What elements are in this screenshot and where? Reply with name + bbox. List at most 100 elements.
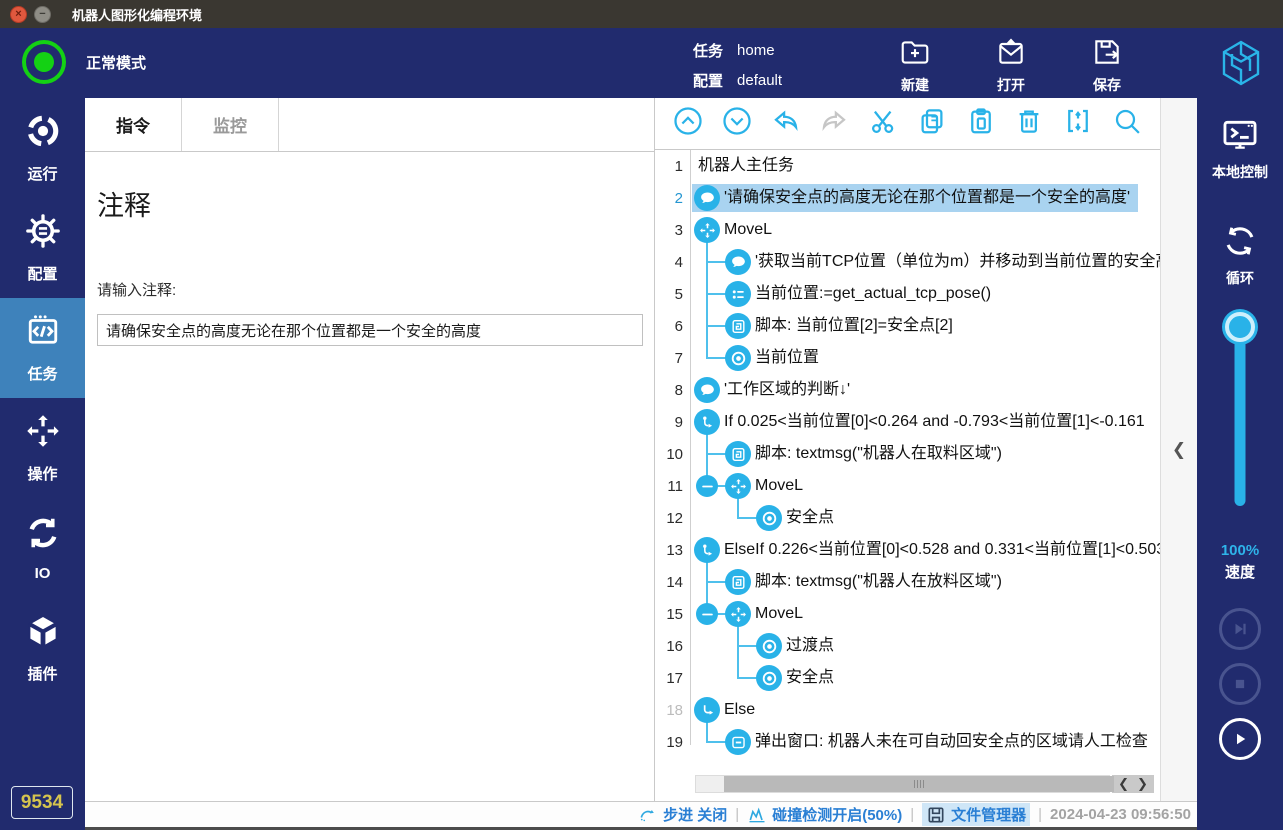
tree-row-6[interactable]: 6脚本: 当前位置[2]=安全点[2] [655, 310, 1160, 342]
insert-button[interactable] [1061, 107, 1095, 141]
status-separator: | [910, 806, 914, 823]
tree-row-12[interactable]: 12安全点 [655, 502, 1160, 534]
tree-row-5[interactable]: 5当前位置:=get_actual_tcp_pose() [655, 278, 1160, 310]
comment-icon [694, 377, 720, 403]
tree-row-14[interactable]: 14脚本: textmsg("机器人在放料区域") [655, 566, 1160, 598]
local-control-icon [1221, 116, 1259, 154]
tree-row-text: 过渡点 [786, 630, 834, 662]
search-button[interactable] [1110, 107, 1144, 141]
speed-slider-handle[interactable] [1225, 312, 1255, 342]
collapse-panel-arrow-icon[interactable]: ❮ [1172, 440, 1186, 460]
tree-row-text: 机器人主任务 [698, 150, 794, 182]
hscroll-track[interactable] [695, 775, 1110, 793]
speed-slider-track[interactable] [1235, 334, 1246, 506]
tree-row-10[interactable]: 10脚本: textmsg("机器人在取料区域") [655, 438, 1160, 470]
hscroll-buttons[interactable]: ❮ ❯ [1112, 775, 1154, 793]
tab-monitor[interactable]: 监控 [182, 98, 279, 151]
open-icon [995, 36, 1027, 73]
loop-button[interactable]: 循环 [1221, 222, 1259, 288]
tree-row-15[interactable]: 15MoveL [655, 598, 1160, 630]
sidebar-item-plugin[interactable]: 插件 [0, 598, 85, 698]
task-icon [25, 313, 61, 354]
tree-row-17[interactable]: 17安全点 [655, 662, 1160, 694]
tree-row-19[interactable]: 19弹出窗口: 机器人未在可自动回安全点的区域请人工检查 [655, 726, 1160, 758]
new-button[interactable]: 新建 [880, 36, 950, 95]
sidebar-item-io[interactable]: IO [0, 498, 85, 598]
open-button[interactable]: 打开 [976, 36, 1046, 95]
app-window: × − 机器人图形化编程环境 正常模式 任务 home 配置 default 新… [0, 0, 1283, 830]
collapse-node-icon[interactable] [696, 475, 718, 497]
tree-row-9[interactable]: 9If 0.025<当前位置[0]<0.264 and -0.793<当前位置[… [655, 406, 1160, 438]
status-timestamp: 2024-04-23 09:56:50 [1050, 806, 1191, 823]
play-button[interactable] [1219, 718, 1261, 760]
save-button[interactable]: 保存 [1072, 36, 1142, 95]
tree-row-7[interactable]: 7当前位置 [655, 342, 1160, 374]
if-icon [694, 537, 720, 563]
tree-row-3[interactable]: 3MoveL [655, 214, 1160, 246]
local-control-button[interactable]: 本地控制 [1212, 116, 1268, 182]
tree-row-8[interactable]: 8'工作区域的判断↓' [655, 374, 1160, 406]
waypoint-icon [756, 505, 782, 531]
delete-button[interactable] [1012, 107, 1046, 141]
tree-connector [706, 342, 708, 358]
sidebar-item-label: 运行 [27, 163, 57, 184]
instruction-panel: 指令监控 注释 请输入注释: [85, 98, 655, 801]
hscroll-thumb[interactable] [724, 776, 1114, 792]
loop-icon [1221, 222, 1259, 260]
tree-row-2[interactable]: 2'请确保安全点的高度无论在那个位置都是一个安全的高度' [655, 182, 1160, 214]
step-mode-toggle[interactable]: 步进 关闭 [638, 804, 727, 825]
tree-row-18[interactable]: 18Else [655, 694, 1160, 726]
movel-icon [694, 217, 720, 243]
redo-button[interactable] [817, 107, 851, 141]
panel-title: 注释 [97, 184, 642, 223]
tree-toolbar [655, 98, 1160, 150]
line-number: 10 [655, 446, 690, 463]
hscroll-right-icon[interactable]: ❯ [1137, 776, 1148, 792]
line-number: 8 [655, 382, 690, 399]
tree-row-1[interactable]: 1机器人主任务 [655, 150, 1160, 182]
step-forward-icon [1231, 620, 1249, 638]
collapse-node-icon[interactable] [696, 603, 718, 625]
play-icon [1231, 730, 1249, 748]
waypoint-icon [725, 345, 751, 371]
window-minimize-button[interactable]: − [34, 6, 51, 23]
comment-input[interactable] [97, 314, 643, 346]
hscroll-left-icon[interactable]: ❮ [1118, 776, 1129, 792]
robot-id-badge: 9534 [11, 786, 73, 819]
line-number: 11 [655, 478, 690, 495]
new-icon [899, 36, 931, 73]
line-number: 19 [655, 734, 690, 751]
collision-detect-status[interactable]: 碰撞检测开启(50%) [747, 804, 902, 825]
undo-button[interactable] [769, 107, 803, 141]
window-close-button[interactable]: × [10, 6, 27, 23]
line-number: 3 [655, 222, 690, 239]
paste-button[interactable] [964, 107, 998, 141]
sidebar-item-config[interactable]: 配置 [0, 198, 85, 298]
move-down-button[interactable] [720, 107, 754, 141]
line-number: 13 [655, 542, 690, 559]
cut-button[interactable] [866, 107, 900, 141]
sidebar-item-operate[interactable]: 操作 [0, 398, 85, 498]
step-icon [638, 805, 658, 825]
file-manager-button[interactable]: 文件管理器 [922, 803, 1030, 826]
else-icon [694, 697, 720, 723]
stop-button[interactable] [1219, 663, 1261, 705]
step-forward-button[interactable] [1219, 608, 1261, 650]
tree-row-text: 安全点 [786, 662, 834, 694]
tab-instruction[interactable]: 指令 [85, 98, 182, 151]
tree-row-4[interactable]: 4'获取当前TCP位置（单位为m）并移动到当前位置的安全高度 [655, 246, 1160, 278]
tree-row-11[interactable]: 11 MoveL [655, 470, 1160, 502]
tree-row-13[interactable]: 13ElseIf 0.226<当前位置[0]<0.528 and 0.331<当… [655, 534, 1160, 566]
sidebar-item-run[interactable]: 运行 [0, 98, 85, 198]
copy-button[interactable] [915, 107, 949, 141]
tree-row-text: MoveL [755, 470, 803, 502]
task-value: home [737, 42, 775, 59]
panel-gutter: ❮ [1160, 98, 1197, 801]
sidebar-item-task[interactable]: 任务 [0, 298, 85, 398]
tree-row-16[interactable]: 16过渡点 [655, 630, 1160, 662]
cut-icon [868, 106, 898, 141]
move-up-button[interactable] [671, 107, 705, 141]
tree-row-text: MoveL [755, 598, 803, 630]
line-number: 7 [655, 350, 690, 367]
delete-icon [1014, 106, 1044, 141]
